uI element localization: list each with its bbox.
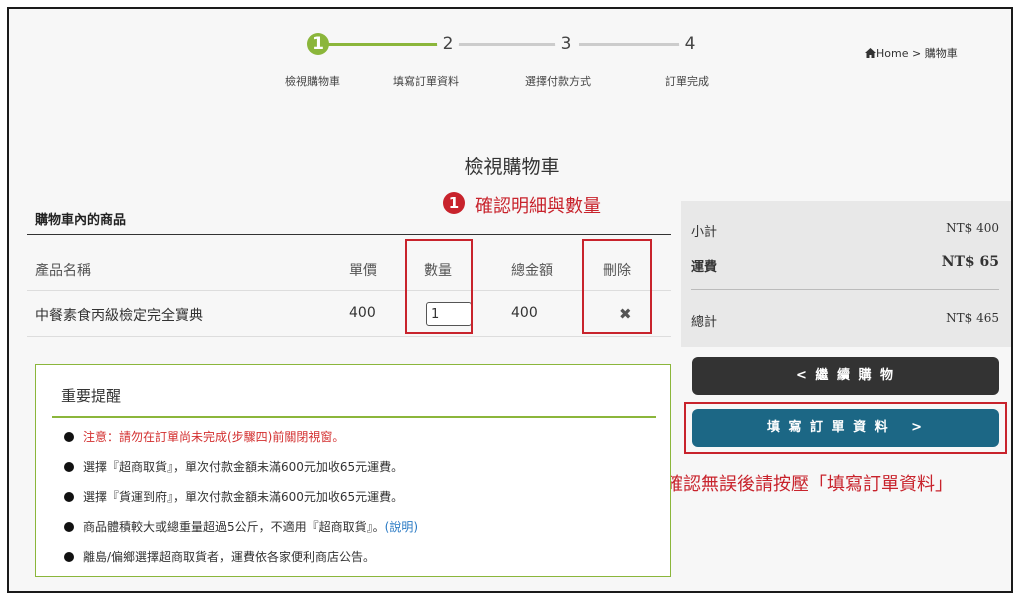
page-title: 檢視購物車 [464, 156, 560, 178]
subtotal-label: 小計 [691, 225, 718, 240]
notice-title: 重要提醒 [61, 387, 122, 405]
bullet-icon [64, 552, 74, 562]
annotation-delete-highlight [582, 239, 652, 334]
breadcrumb: Home > 購物車 [865, 45, 958, 61]
cart-item-name: 中餐素食丙級檢定完全寶典 [35, 308, 203, 324]
step-connector-3 [579, 43, 687, 46]
annotation-2-text: 確認無誤後請按壓「填寫訂單資料」 [665, 474, 953, 495]
cart-item-total: 400 [511, 305, 538, 321]
annotation-1-text: 確認明細與數量 [475, 196, 601, 217]
breadcrumb-separator: > [911, 47, 922, 60]
important-notice-panel: 重要提醒 注意：請勿在訂單尚未完成(步驟四)前關閉視窗。 選擇『超商取貨』，單次… [35, 364, 671, 577]
step-connector-1 [321, 43, 439, 46]
bullet-icon [64, 522, 74, 532]
notice-item: 選擇『超商取貨』，單次付款金額未滿600元加收65元運費。 [64, 458, 403, 475]
explanation-link[interactable]: (說明) [385, 520, 418, 534]
shipping-value: NT$ 65 [941, 254, 999, 270]
step-3-number: 3 [555, 33, 577, 55]
cart-item-price: 400 [349, 305, 376, 321]
continue-shopping-button[interactable]: < 繼 續 購 物 [692, 357, 999, 395]
annotation-1-badge: 1 [443, 192, 465, 214]
header-total: 總金額 [511, 263, 553, 279]
notice-item: 選擇『貨運到府』，單次付款金額未滿600元加收65元運費。 [64, 488, 403, 505]
step-1-label: 檢視購物車 [285, 75, 340, 88]
page-frame: 1 2 3 4 檢視購物車 填寫訂單資料 選擇付款方式 訂單完成 Home > … [7, 7, 1013, 593]
step-2-number: 2 [437, 33, 459, 55]
total-label: 總計 [691, 315, 718, 330]
breadcrumb-home-link[interactable]: Home [876, 47, 908, 60]
annotation-button-highlight [684, 402, 1007, 454]
step-4-number: 4 [679, 33, 701, 55]
cart-divider [27, 234, 671, 235]
step-4-label: 訂單完成 [665, 75, 709, 88]
header-row-divider [27, 290, 671, 291]
bullet-icon [64, 462, 74, 472]
breadcrumb-current: 購物車 [924, 47, 958, 60]
subtotal-value: NT$ 400 [946, 221, 999, 235]
notice-rule [52, 416, 656, 418]
summary-divider [691, 289, 999, 290]
bullet-icon [64, 492, 74, 502]
shipping-label: 運費 [691, 260, 718, 275]
header-product-name: 產品名稱 [35, 263, 91, 279]
step-3-label: 選擇付款方式 [525, 75, 591, 88]
cart-section-title: 購物車內的商品 [35, 213, 127, 228]
home-icon [865, 48, 876, 58]
step-2-label: 填寫訂單資料 [393, 75, 459, 88]
total-value: NT$ 465 [946, 311, 999, 325]
step-1-number: 1 [307, 33, 329, 55]
notice-item: 離島/偏鄉選擇超商取貨者，運費依各家便利商店公告。 [64, 548, 375, 565]
step-connector-2 [455, 43, 563, 46]
annotation-qty-highlight [405, 239, 473, 334]
header-price: 單價 [349, 263, 377, 279]
notice-item: 商品體積較大或總重量超過5公斤，不適用『超商取貨』。(說明) [64, 518, 418, 535]
notice-item: 注意：請勿在訂單尚未完成(步驟四)前關閉視窗。 [64, 428, 344, 445]
order-summary: 小計 NT$ 400 運費 NT$ 65 總計 NT$ 465 [681, 201, 1011, 347]
item-row-divider [27, 336, 671, 337]
bullet-icon [64, 432, 74, 442]
